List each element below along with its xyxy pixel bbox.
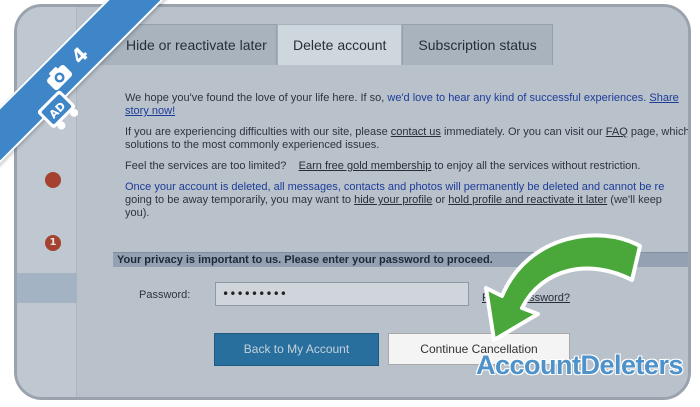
paragraph-difficulties: If you are experiencing difficulties wit… bbox=[125, 126, 690, 152]
curved-arrow-icon bbox=[484, 233, 642, 342]
share-story-link[interactable]: Share bbox=[649, 92, 678, 104]
paragraph-limited: Feel the services are too limited? Earn … bbox=[125, 160, 688, 173]
warning-text: Once your account is deleted, all messag… bbox=[125, 181, 665, 193]
text: to enjoy all the services without restri… bbox=[431, 160, 641, 172]
paragraph-warning: Once your account is deleted, all messag… bbox=[125, 181, 688, 220]
text: solutions to the most commonly experienc… bbox=[125, 139, 380, 151]
info-text: We hope you've found the love of your li… bbox=[125, 92, 690, 228]
earn-gold-link[interactable]: Earn free gold membership bbox=[299, 160, 432, 172]
hide-profile-link[interactable]: hide your profile bbox=[354, 194, 432, 206]
text: Feel the services are too limited? bbox=[125, 160, 287, 172]
text-highlight: we'd love to hear any kind of successful… bbox=[387, 92, 647, 104]
text: immediately. Or you can visit our bbox=[440, 126, 606, 138]
paragraph-love: We hope you've found the love of your li… bbox=[125, 92, 688, 118]
text: If you are experiencing difficulties wit… bbox=[125, 126, 391, 138]
text: you). bbox=[125, 207, 150, 219]
password-label: Password: bbox=[139, 289, 191, 301]
text: going to be away temporarily, you may wa… bbox=[125, 194, 355, 206]
tab-bar: Hide or reactivate later Delete account … bbox=[89, 24, 553, 65]
password-input[interactable]: ••••••••• bbox=[215, 282, 469, 306]
accountdeleters-watermark: AccountDeleters bbox=[476, 350, 684, 380]
sidebar-item-selected[interactable] bbox=[17, 273, 77, 303]
step-number: 4 bbox=[66, 41, 94, 69]
text: page, which bbox=[627, 126, 690, 138]
share-story-link-cont[interactable]: story now! bbox=[125, 105, 175, 117]
tab-subscription-status[interactable]: Subscription status bbox=[402, 24, 553, 65]
text: We hope you've found the love of your li… bbox=[125, 92, 388, 104]
sidebar-badge: 1 bbox=[45, 235, 61, 251]
faq-link[interactable]: FAQ bbox=[606, 126, 628, 138]
sidebar-badge-top bbox=[45, 172, 61, 188]
text: or bbox=[432, 194, 449, 206]
back-to-account-button[interactable]: Back to My Account bbox=[214, 333, 379, 366]
contact-us-link[interactable]: contact us bbox=[391, 126, 441, 138]
hold-profile-link[interactable]: hold profile and reactivate it later bbox=[448, 194, 607, 206]
tab-delete-account[interactable]: Delete account bbox=[277, 24, 403, 65]
text: (we'll keep bbox=[607, 194, 662, 206]
